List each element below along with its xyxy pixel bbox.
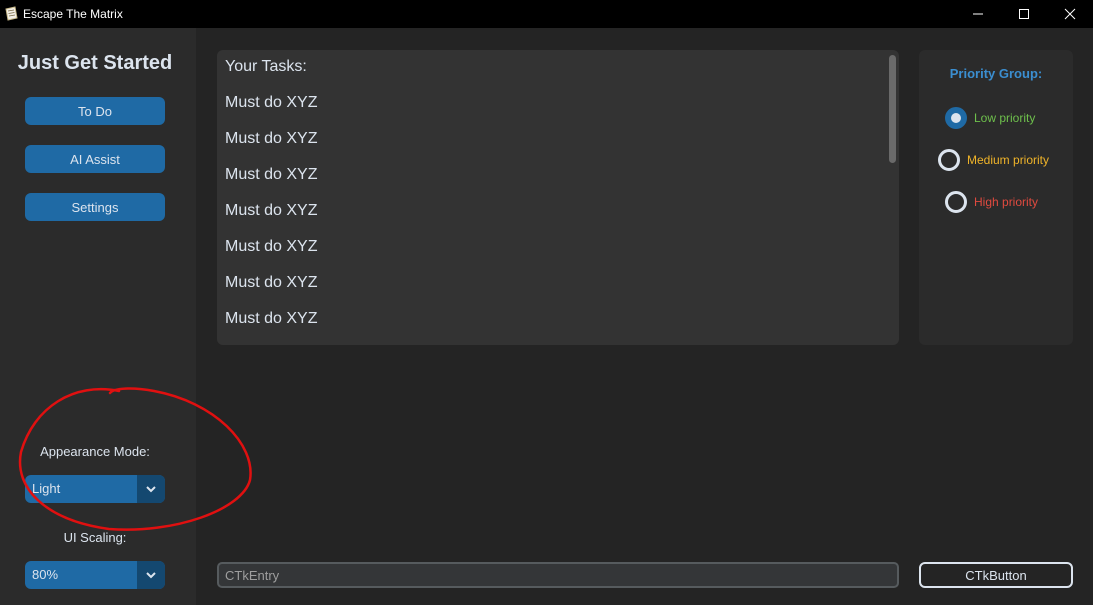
app-icon [5,6,18,21]
task-entry-input[interactable] [225,564,885,586]
maximize-icon [1019,9,1029,19]
window-title: Escape The Matrix [23,7,123,21]
task-item[interactable]: Must do XYZ [225,166,317,184]
task-item[interactable]: Must do XYZ [225,238,317,256]
chevron-down-icon [146,572,156,579]
priority-group-frame: Priority Group: Low priority Medium prio… [919,50,1073,345]
task-item[interactable]: Must do XYZ [225,274,317,292]
close-button[interactable] [1047,0,1093,28]
todo-button[interactable]: To Do [25,97,165,125]
appearance-mode-label: Appearance Mode: [40,444,150,459]
task-list-frame[interactable]: Your Tasks: Must do XYZ Must do XYZ Must… [217,50,899,345]
appearance-mode-dropdown-button[interactable] [137,475,165,503]
title-bar: Escape The Matrix [0,0,1093,28]
ui-scaling-value: 80% [32,567,59,582]
task-scrollbar[interactable] [889,55,897,340]
app-window: Escape The Matrix Just Get Started To Do… [0,0,1093,605]
ui-scaling-label: UI Scaling: [63,530,127,545]
maximize-button[interactable] [1001,0,1047,28]
task-item[interactable]: Must do XYZ [225,310,317,328]
low-priority-label: Low priority [974,111,1036,125]
low-priority-radio[interactable]: Low priority [945,106,1035,130]
task-entry-field[interactable] [217,562,899,588]
priority-group-title: Priority Group: [949,66,1043,81]
task-item[interactable]: Must do XYZ [225,94,317,112]
medium-priority-radio[interactable]: Medium priority [938,148,1049,172]
task-item[interactable]: Must do XYZ [225,130,317,148]
ui-scaling-menu[interactable]: 80% [25,561,165,589]
sidebar-logo: Just Get Started [17,52,173,74]
minimize-icon [973,13,983,15]
medium-priority-label: Medium priority [967,153,1050,167]
ai-assist-button[interactable]: AI Assist [25,145,165,173]
radio-unchecked-icon [938,149,960,171]
sidebar: Just Get Started To Do AI Assist Setting… [0,28,196,605]
minimize-button[interactable] [955,0,1001,28]
scrollbar-thumb[interactable] [889,55,896,163]
high-priority-label: High priority [974,195,1039,209]
settings-button[interactable]: Settings [25,193,165,221]
close-icon [1064,8,1076,20]
radio-unchecked-icon [945,191,967,213]
high-priority-radio[interactable]: High priority [945,190,1038,214]
task-item[interactable]: Must do XYZ [225,202,317,220]
chevron-down-icon [146,486,156,493]
tasks-header: Your Tasks: [225,58,307,75]
appearance-mode-menu[interactable]: Light [25,475,165,503]
radio-checked-icon [945,107,967,129]
ui-scaling-dropdown-button[interactable] [137,561,165,589]
appearance-mode-value: Light [32,481,61,496]
ctk-button[interactable]: CTkButton [919,562,1073,588]
